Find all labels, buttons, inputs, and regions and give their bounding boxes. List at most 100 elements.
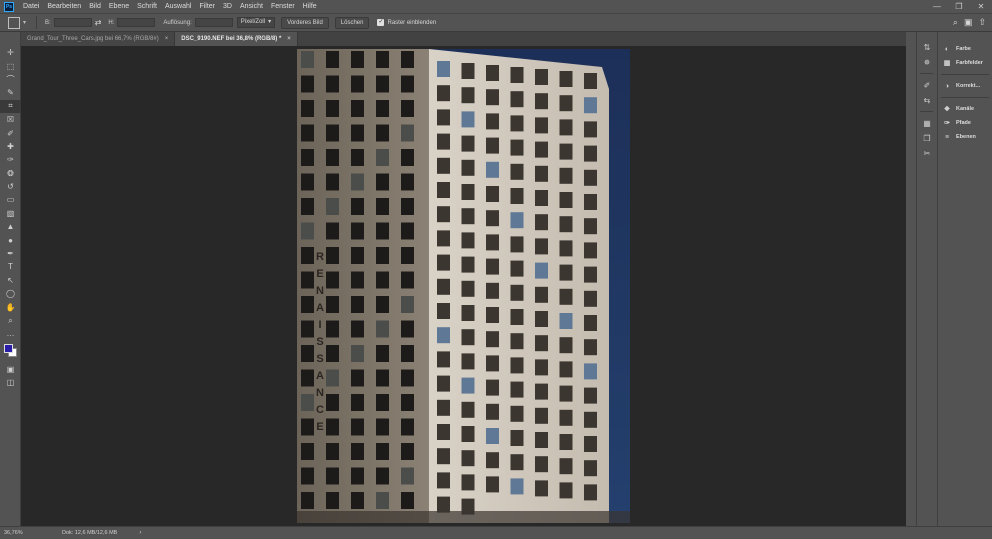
window-pane bbox=[326, 320, 339, 338]
shape-icon[interactable]: ◯ bbox=[0, 287, 21, 300]
tab-dsc-9190[interactable]: DSC_9190.NEF bei 36,8% (RGB/8) * × bbox=[175, 32, 298, 46]
resolution-input[interactable] bbox=[194, 18, 233, 27]
menu-fenster[interactable]: Fenster bbox=[267, 0, 299, 13]
menu-filter[interactable]: Filter bbox=[195, 0, 219, 13]
frame-icon[interactable]: ☒ bbox=[0, 113, 21, 126]
minimize-icon[interactable]: — bbox=[926, 0, 948, 13]
path-select-icon[interactable]: ↖ bbox=[0, 274, 21, 287]
show-grid-checkbox[interactable]: ✓ Raster einblenden bbox=[377, 19, 436, 26]
quick-select-icon[interactable]: ✎ bbox=[0, 86, 21, 99]
front-image-button[interactable]: Vorderes Bild bbox=[281, 16, 329, 29]
window-pane bbox=[535, 407, 548, 424]
clear-button[interactable]: Löschen bbox=[334, 16, 370, 29]
window-pane bbox=[461, 256, 475, 273]
window-pane bbox=[401, 222, 414, 240]
gradient-icon[interactable]: ▧ bbox=[0, 207, 21, 220]
panel-korrekturen[interactable]: ◑ Korrekt... bbox=[938, 79, 992, 93]
color-swatches[interactable] bbox=[0, 341, 21, 363]
window-pane bbox=[486, 137, 499, 154]
arrange-icon[interactable]: ⇅ bbox=[917, 40, 937, 54]
swap-icon[interactable]: ⇄ bbox=[95, 18, 102, 27]
document-image[interactable]: RENAISSANCE bbox=[297, 49, 630, 523]
pen-icon[interactable]: ✒ bbox=[0, 247, 21, 260]
crop-icon[interactable]: ⌗ bbox=[0, 99, 21, 113]
zoom-icon[interactable]: ⌕ bbox=[0, 314, 21, 327]
window-pane bbox=[510, 115, 524, 132]
window-pane bbox=[461, 474, 475, 491]
search-icon[interactable]: ⌕ bbox=[953, 17, 958, 28]
window-pane bbox=[461, 377, 475, 394]
restore-icon[interactable]: ❐ bbox=[948, 0, 970, 13]
more-tools-icon[interactable]: … bbox=[0, 327, 21, 340]
hand-icon[interactable]: ✋ bbox=[0, 300, 21, 313]
notes-icon[interactable]: ❐ bbox=[917, 131, 937, 145]
screen-mode-icon[interactable]: ◫ bbox=[0, 376, 21, 389]
window-pane bbox=[535, 93, 548, 110]
checkbox-checked-icon[interactable]: ✓ bbox=[377, 19, 385, 26]
chevron-down-icon[interactable]: ▾ bbox=[23, 19, 26, 26]
menu-ansicht[interactable]: Ansicht bbox=[236, 0, 267, 13]
quick-mask-icon[interactable]: ▣ bbox=[0, 363, 21, 376]
panel-pfade[interactable]: ✑ Pfade bbox=[938, 116, 992, 130]
panel-kanaele[interactable]: ❖ Kanäle bbox=[938, 102, 992, 116]
width-label: B: bbox=[45, 19, 51, 26]
eyedropper-icon[interactable]: ✐ bbox=[0, 126, 21, 139]
window-pane bbox=[376, 296, 389, 313]
move-icon[interactable]: ✛ bbox=[0, 46, 21, 59]
menu-auswahl[interactable]: Auswahl bbox=[161, 0, 195, 13]
brush-settings-icon[interactable]: ✐ bbox=[917, 78, 937, 92]
foreground-color-swatch[interactable] bbox=[4, 343, 13, 353]
menu-ebene[interactable]: Ebene bbox=[105, 0, 133, 13]
type-icon[interactable]: T bbox=[0, 260, 21, 273]
window-pane bbox=[510, 91, 524, 108]
unit-select[interactable]: Pixel/Zoll ▾ bbox=[236, 17, 276, 28]
menu-hilfe[interactable]: Hilfe bbox=[299, 0, 321, 13]
menu-bearbeiten[interactable]: Bearbeiten bbox=[43, 0, 85, 13]
window-pane bbox=[510, 430, 524, 446]
menu-bild[interactable]: Bild bbox=[85, 0, 105, 13]
properties-icon[interactable]: ⇆ bbox=[917, 93, 937, 107]
lasso-icon[interactable]: ⌒ bbox=[0, 73, 21, 86]
share-icon[interactable]: ⇧ bbox=[978, 17, 986, 28]
divider bbox=[920, 73, 933, 74]
window-pane bbox=[401, 100, 414, 117]
window-pane bbox=[437, 157, 450, 174]
zoom-level[interactable]: 36,76% bbox=[0, 530, 32, 536]
panel-farbe[interactable]: ◐ Farbe bbox=[938, 42, 992, 56]
canvas-area[interactable]: RENAISSANCE bbox=[21, 46, 906, 526]
panel-farbfelder[interactable]: ▦ Farbfelder bbox=[938, 56, 992, 70]
history-brush-icon[interactable]: ↺ bbox=[0, 180, 21, 193]
adjust-icon[interactable]: ✵ bbox=[917, 55, 937, 69]
close-icon[interactable]: ✕ bbox=[970, 0, 992, 13]
chevron-right-icon[interactable]: › bbox=[139, 530, 141, 536]
tab-grand-tour[interactable]: Grand_Tour_Three_Cars.jpg bei 66,7% (RGB… bbox=[21, 32, 176, 46]
window-pane bbox=[486, 89, 499, 106]
brush-icon[interactable]: ✑ bbox=[0, 153, 21, 166]
menu-3d[interactable]: 3D bbox=[219, 0, 236, 13]
close-icon[interactable]: × bbox=[165, 36, 169, 42]
blur-icon[interactable]: ▲ bbox=[0, 220, 21, 233]
dodge-icon[interactable]: ● bbox=[0, 233, 21, 246]
crop-tool-preset-icon[interactable] bbox=[8, 16, 20, 29]
close-icon[interactable]: × bbox=[287, 36, 291, 42]
marquee-icon[interactable]: ⬚ bbox=[0, 59, 21, 72]
menu-schrift[interactable]: Schrift bbox=[133, 0, 161, 13]
library-icon[interactable]: ▦ bbox=[917, 116, 937, 130]
document-tabs: Grand_Tour_Three_Cars.jpg bei 66,7% (RGB… bbox=[21, 32, 906, 46]
tools-icon[interactable]: ✂ bbox=[917, 146, 937, 160]
workspace-icon[interactable]: ▣ bbox=[964, 17, 973, 28]
window-pane bbox=[584, 411, 597, 428]
window-pane bbox=[437, 230, 450, 247]
panel-ebenen[interactable]: ≡ Ebenen bbox=[938, 130, 992, 144]
window-pane bbox=[326, 149, 339, 166]
window-pane bbox=[584, 145, 597, 162]
window-pane bbox=[510, 163, 524, 180]
healing-icon[interactable]: ✚ bbox=[0, 140, 21, 153]
height-input[interactable] bbox=[117, 18, 156, 27]
window-pane bbox=[401, 296, 414, 313]
width-input[interactable] bbox=[53, 18, 92, 27]
eraser-icon[interactable]: ▭ bbox=[0, 193, 21, 206]
window-pane bbox=[461, 63, 475, 79]
menu-datei[interactable]: Datei bbox=[19, 0, 43, 13]
stamp-icon[interactable]: ❂ bbox=[0, 167, 21, 180]
